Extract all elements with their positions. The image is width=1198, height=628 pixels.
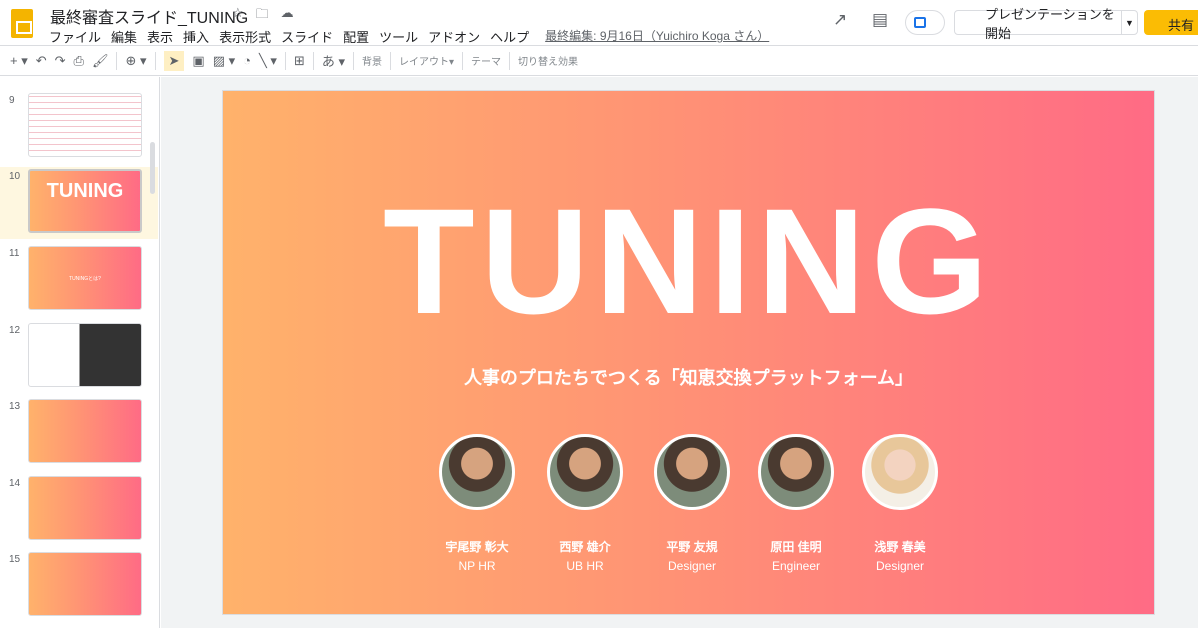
member-name: 原田 佳明: [770, 540, 822, 554]
member-card: 西野 雄介 UB HR: [525, 434, 645, 573]
undo-icon[interactable]: ↶: [36, 53, 47, 69]
divider: [116, 51, 118, 70]
line-icon[interactable]: ╲ ▾: [259, 53, 277, 69]
slide-thumbnail[interactable]: 9: [0, 91, 158, 163]
member-avatar[interactable]: [654, 434, 730, 510]
member-avatar[interactable]: [439, 434, 515, 510]
divider: [353, 51, 354, 70]
new-slide-button[interactable]: + ▾: [10, 53, 28, 69]
member-card: 浅野 春美 Designer: [840, 434, 960, 573]
comments-icon[interactable]: ▤: [872, 10, 888, 30]
divider: [390, 51, 391, 70]
input-tools-icon[interactable]: あ ▾: [322, 51, 345, 70]
thumbnail-image: [28, 399, 142, 463]
slide-thumbnail[interactable]: 11 TUNINGとは?: [0, 244, 158, 316]
divider: [312, 51, 314, 70]
slides-logo-icon[interactable]: [11, 9, 33, 38]
select-tool-icon[interactable]: ➤: [163, 50, 185, 71]
star-icon[interactable]: ☆: [232, 5, 244, 27]
member-role: Designer: [875, 559, 925, 573]
transition-button[interactable]: 切り替え効果: [518, 53, 578, 68]
menu-addons[interactable]: アドオン: [428, 27, 480, 46]
toolbar: + ▾ ↶ ↷ ⎙ 🖌 ⊕ ▾ ➤ ▣ ▨ ▾ ◔ ╲ ▾ ⊞ あ ▾ 背景 レ…: [0, 46, 1198, 76]
member-name: 宇尾野 彰大: [445, 540, 509, 554]
member-avatar[interactable]: [758, 434, 834, 510]
slide-thumbnail[interactable]: 13: [0, 397, 158, 469]
menu-tools[interactable]: ツール: [379, 27, 418, 46]
member-name: 浅野 春美: [874, 540, 926, 554]
member-role: Designer: [667, 559, 717, 573]
present-button[interactable]: プレゼンテーションを開始 ▼: [954, 7, 1138, 41]
menu-format[interactable]: 表示形式: [219, 27, 271, 46]
slide-filmstrip[interactable]: 9 10 TUNING 11 TUNINGとは? 12 13 14 15: [0, 77, 160, 628]
image-icon[interactable]: ▨ ▾: [213, 53, 235, 69]
menu-file[interactable]: ファイル: [49, 27, 101, 46]
member-name: 西野 雄介: [559, 540, 611, 554]
menu-view[interactable]: 表示: [147, 27, 173, 46]
share-button[interactable]: 共有: [1144, 10, 1198, 35]
theme-button[interactable]: テーマ: [471, 53, 501, 68]
zoom-icon[interactable]: ⊕ ▾: [125, 53, 146, 69]
meet-present-button[interactable]: [905, 10, 945, 35]
menu-help[interactable]: ヘルプ: [490, 27, 529, 46]
thumbnail-image: [28, 476, 142, 540]
thumbnail-title: TUNINGとは?: [69, 276, 101, 282]
current-slide[interactable]: TUNING 人事のプロたちでつくる「知恵交換プラットフォーム」 宇尾野 彰大 N…: [222, 90, 1155, 615]
thumbnail-title: TUNING: [46, 180, 124, 202]
menu-slide[interactable]: スライド: [281, 27, 333, 46]
last-edit-link[interactable]: 最終編集: 9月16日（Yuichiro Koga さん）: [545, 27, 769, 46]
member-role: UB HR: [566, 559, 604, 573]
member-card: 宇尾野 彰大 NP HR: [417, 434, 537, 573]
divider: [284, 51, 286, 70]
member-avatar[interactable]: [862, 434, 938, 510]
slide-thumbnail[interactable]: 15: [0, 550, 158, 622]
menu-insert[interactable]: 挿入: [183, 27, 209, 46]
member-name: 平野 友規: [666, 540, 718, 554]
thumbnail-image: [28, 552, 142, 616]
shape-icon[interactable]: ◔: [243, 53, 251, 68]
filmstrip-scrollbar[interactable]: [150, 142, 155, 194]
divider: [509, 51, 511, 70]
slide-thumbnail-selected[interactable]: 10 TUNING: [0, 167, 158, 239]
slide-thumbnail[interactable]: 12: [0, 321, 158, 393]
present-to-meeting-icon: [914, 17, 926, 28]
member-avatar[interactable]: [547, 434, 623, 510]
redo-icon[interactable]: ↷: [55, 53, 66, 69]
member-role: Engineer: [771, 559, 821, 573]
menu-arrange[interactable]: 配置: [343, 27, 369, 46]
divider: [154, 51, 156, 70]
text-box-icon[interactable]: ▣: [192, 53, 204, 69]
thumbnail-image: [28, 93, 142, 157]
present-dropdown[interactable]: ▼: [1121, 11, 1137, 34]
move-folder-icon[interactable]: 🗀: [256, 5, 269, 27]
slide-thumbnail[interactable]: 14: [0, 474, 158, 546]
print-icon[interactable]: ⎙: [74, 53, 84, 69]
slide-subtitle[interactable]: 人事のプロたちでつくる「知恵交換プラットフォーム」: [223, 364, 1154, 390]
member-card: 原田 佳明 Engineer: [736, 434, 856, 573]
menu-bar: ファイル 編集 表示 挿入 表示形式 スライド 配置 ツール アドオン ヘルプ …: [49, 27, 769, 46]
background-button[interactable]: 背景: [362, 53, 382, 68]
slide-canvas: TUNING 人事のプロたちでつくる「知恵交換プラットフォーム」 宇尾野 彰大 N…: [161, 77, 1198, 628]
app-header: 最終審査スライド_TUNING ☆ 🗀 ☁ ファイル 編集 表示 挿入 表示形式 ス…: [0, 0, 1198, 46]
layout-button[interactable]: レイアウト▾: [399, 53, 454, 68]
thumbnail-image: TUNING: [28, 169, 142, 233]
divider: [462, 51, 464, 70]
comment-add-icon[interactable]: ⊞: [294, 53, 305, 69]
cloud-status-icon[interactable]: ☁: [281, 5, 294, 27]
menu-edit[interactable]: 編集: [111, 27, 137, 46]
paint-format-icon[interactable]: 🖌: [92, 53, 109, 69]
thumbnail-image: [28, 323, 142, 387]
slide-title[interactable]: TUNING: [223, 186, 1154, 336]
member-role: NP HR: [458, 559, 496, 573]
activity-icon[interactable]: ↗: [833, 10, 847, 30]
thumbnail-image: TUNINGとは?: [28, 246, 142, 310]
member-card: 平野 友規 Designer: [632, 434, 752, 573]
document-title[interactable]: 最終審査スライド_TUNING: [50, 4, 248, 28]
